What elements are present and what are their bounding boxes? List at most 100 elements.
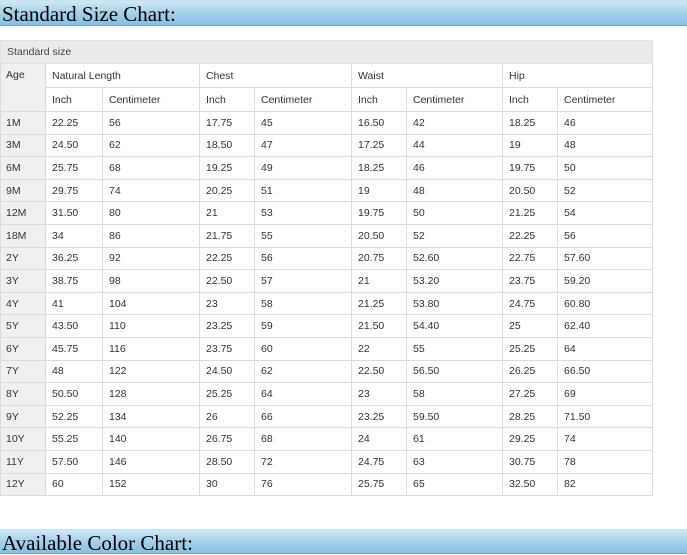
table-cell: 24.50 xyxy=(199,359,255,384)
table-cell: 25.75 xyxy=(351,472,407,497)
age-cell: 3M xyxy=(0,133,46,158)
table-cell: 25 xyxy=(502,314,558,338)
size-chart-banner: Standard Size Chart: xyxy=(0,0,687,26)
table-cell: 19.75 xyxy=(502,156,558,180)
table-cell: 56 xyxy=(556,223,654,248)
table-cell: 86 xyxy=(102,223,200,248)
table-cell: 48 xyxy=(45,359,103,384)
table-cell: 18.25 xyxy=(351,156,407,180)
table-row: 5Y 43.50 110 23.25 59 21.50 54.40 25 62.40 xyxy=(0,314,654,338)
table-row: 12Y 60 152 30 76 25.75 65 32.50 82 xyxy=(0,472,654,497)
table-cell: 66.50 xyxy=(556,359,654,384)
table-row: 10Y 55.25 140 26.75 68 24 61 29.25 74 xyxy=(0,427,654,451)
table-cell: 116 xyxy=(102,336,200,361)
table-cell: 78 xyxy=(556,449,654,474)
age-cell: 2Y xyxy=(0,246,46,271)
table-cell: 57.50 xyxy=(45,449,103,474)
table-cell: 152 xyxy=(102,472,200,497)
size-table: Standard size Age Natural Length Chest W… xyxy=(0,40,654,497)
table-cell: 46 xyxy=(556,111,654,135)
unit-header: Centimeter xyxy=(406,87,503,112)
table-cell: 56 xyxy=(254,246,352,271)
table-cell: 32.50 xyxy=(502,472,558,497)
group-header-waist: Waist xyxy=(351,63,503,88)
table-row: 8Y 50.50 128 25.25 64 23 58 27.25 69 xyxy=(0,382,654,406)
table-cell: 53.20 xyxy=(406,269,503,293)
table-cell: 22.50 xyxy=(199,269,255,293)
table-cell: 24 xyxy=(351,427,407,451)
age-cell: 4Y xyxy=(0,291,46,316)
group-header-row: Age Natural Length Chest Waist Hip xyxy=(0,63,654,112)
unit-header-row: Inch Centimeter Inch Centimeter Inch Cen… xyxy=(1,87,654,112)
table-cell: 16.50 xyxy=(351,111,407,135)
table-cell: 21.75 xyxy=(199,223,255,248)
table-row: 9Y 52.25 134 26 66 23.25 59.50 28.25 71.50 xyxy=(0,404,654,429)
table-cell: 65 xyxy=(406,472,503,497)
table-cell: 22.25 xyxy=(45,111,103,135)
table-cell: 48 xyxy=(556,133,654,158)
table-cell: 44 xyxy=(406,133,503,158)
table-cell: 46 xyxy=(406,156,503,180)
table-cell: 122 xyxy=(102,359,200,384)
table-cell: 22.75 xyxy=(502,246,558,271)
table-cell: 49 xyxy=(254,156,352,180)
table-cell: 57 xyxy=(254,269,352,293)
table-cell: 68 xyxy=(254,427,352,451)
table-cell: 62 xyxy=(102,133,200,158)
table-cell: 42 xyxy=(406,111,503,135)
table-cell: 43.50 xyxy=(45,314,103,338)
table-row: 6Y 45.75 116 23.75 60 22 55 25.25 64 xyxy=(0,336,654,361)
table-cell: 76 xyxy=(254,472,352,497)
table-row: 6M 25.75 68 19.25 49 18.25 46 19.75 50 xyxy=(0,156,654,180)
table-cell: 140 xyxy=(102,427,200,451)
table-cell: 23 xyxy=(351,382,407,406)
table-row: 4Y 41 104 23 58 21.25 53.80 24.75 60.80 xyxy=(0,291,654,316)
table-cell: 18.25 xyxy=(502,111,558,135)
table-cell: 19 xyxy=(502,133,558,158)
table-cell: 60.80 xyxy=(556,291,654,316)
table-row: 3M 24.50 62 18.50 47 17.25 44 19 48 xyxy=(0,133,654,158)
table-cell: 22.25 xyxy=(199,246,255,271)
table-cell: 47 xyxy=(254,133,352,158)
table-cell: 56 xyxy=(102,111,200,135)
table-cell: 30.75 xyxy=(502,449,558,474)
table-cell: 48 xyxy=(406,178,503,203)
table-cell: 74 xyxy=(102,178,200,203)
age-cell: 12M xyxy=(0,201,46,225)
table-cell: 34 xyxy=(45,223,103,248)
table-cell: 60 xyxy=(254,336,352,361)
table-cell: 24.50 xyxy=(45,133,103,158)
table-cell: 23 xyxy=(199,291,255,316)
table-cell: 24.75 xyxy=(351,449,407,474)
group-header-hip: Hip xyxy=(501,63,654,88)
unit-header: Inch xyxy=(199,87,255,112)
table-cell: 50 xyxy=(406,201,503,225)
table-cell: 28.25 xyxy=(502,404,558,429)
table-cell: 20.75 xyxy=(351,246,407,271)
table-cell: 21.50 xyxy=(351,314,407,338)
table-cell: 82 xyxy=(556,472,654,497)
table-cell: 24.75 xyxy=(502,291,558,316)
table-row: 2Y 36.25 92 22.25 56 20.75 52.60 22.75 57.60 xyxy=(0,246,654,271)
age-cell: 10Y xyxy=(0,427,46,451)
table-caption: Standard size xyxy=(0,40,654,64)
table-cell: 63 xyxy=(406,449,503,474)
table-cell: 18.50 xyxy=(199,133,255,158)
table-cell: 80 xyxy=(102,201,200,225)
age-cell: 18M xyxy=(0,223,46,248)
table-cell: 25.25 xyxy=(199,382,255,406)
table-row: 12M 31.50 80 21 53 19.75 50 21.25 54 xyxy=(0,201,654,225)
table-cell: 21.25 xyxy=(502,201,558,225)
table-cell: 21 xyxy=(351,269,407,293)
age-cell: 6Y xyxy=(0,336,46,361)
age-header: Age xyxy=(0,63,46,112)
unit-header: Centimeter xyxy=(254,87,352,112)
unit-header: Inch xyxy=(502,87,558,112)
color-chart-title: Available Color Chart: xyxy=(2,531,193,555)
table-cell: 21 xyxy=(199,201,255,225)
table-cell: 92 xyxy=(102,246,200,271)
group-header-natural-length: Natural Length xyxy=(45,63,200,88)
age-cell: 9Y xyxy=(0,404,46,429)
unit-header: Inch xyxy=(45,87,103,112)
table-cell: 23.75 xyxy=(199,336,255,361)
